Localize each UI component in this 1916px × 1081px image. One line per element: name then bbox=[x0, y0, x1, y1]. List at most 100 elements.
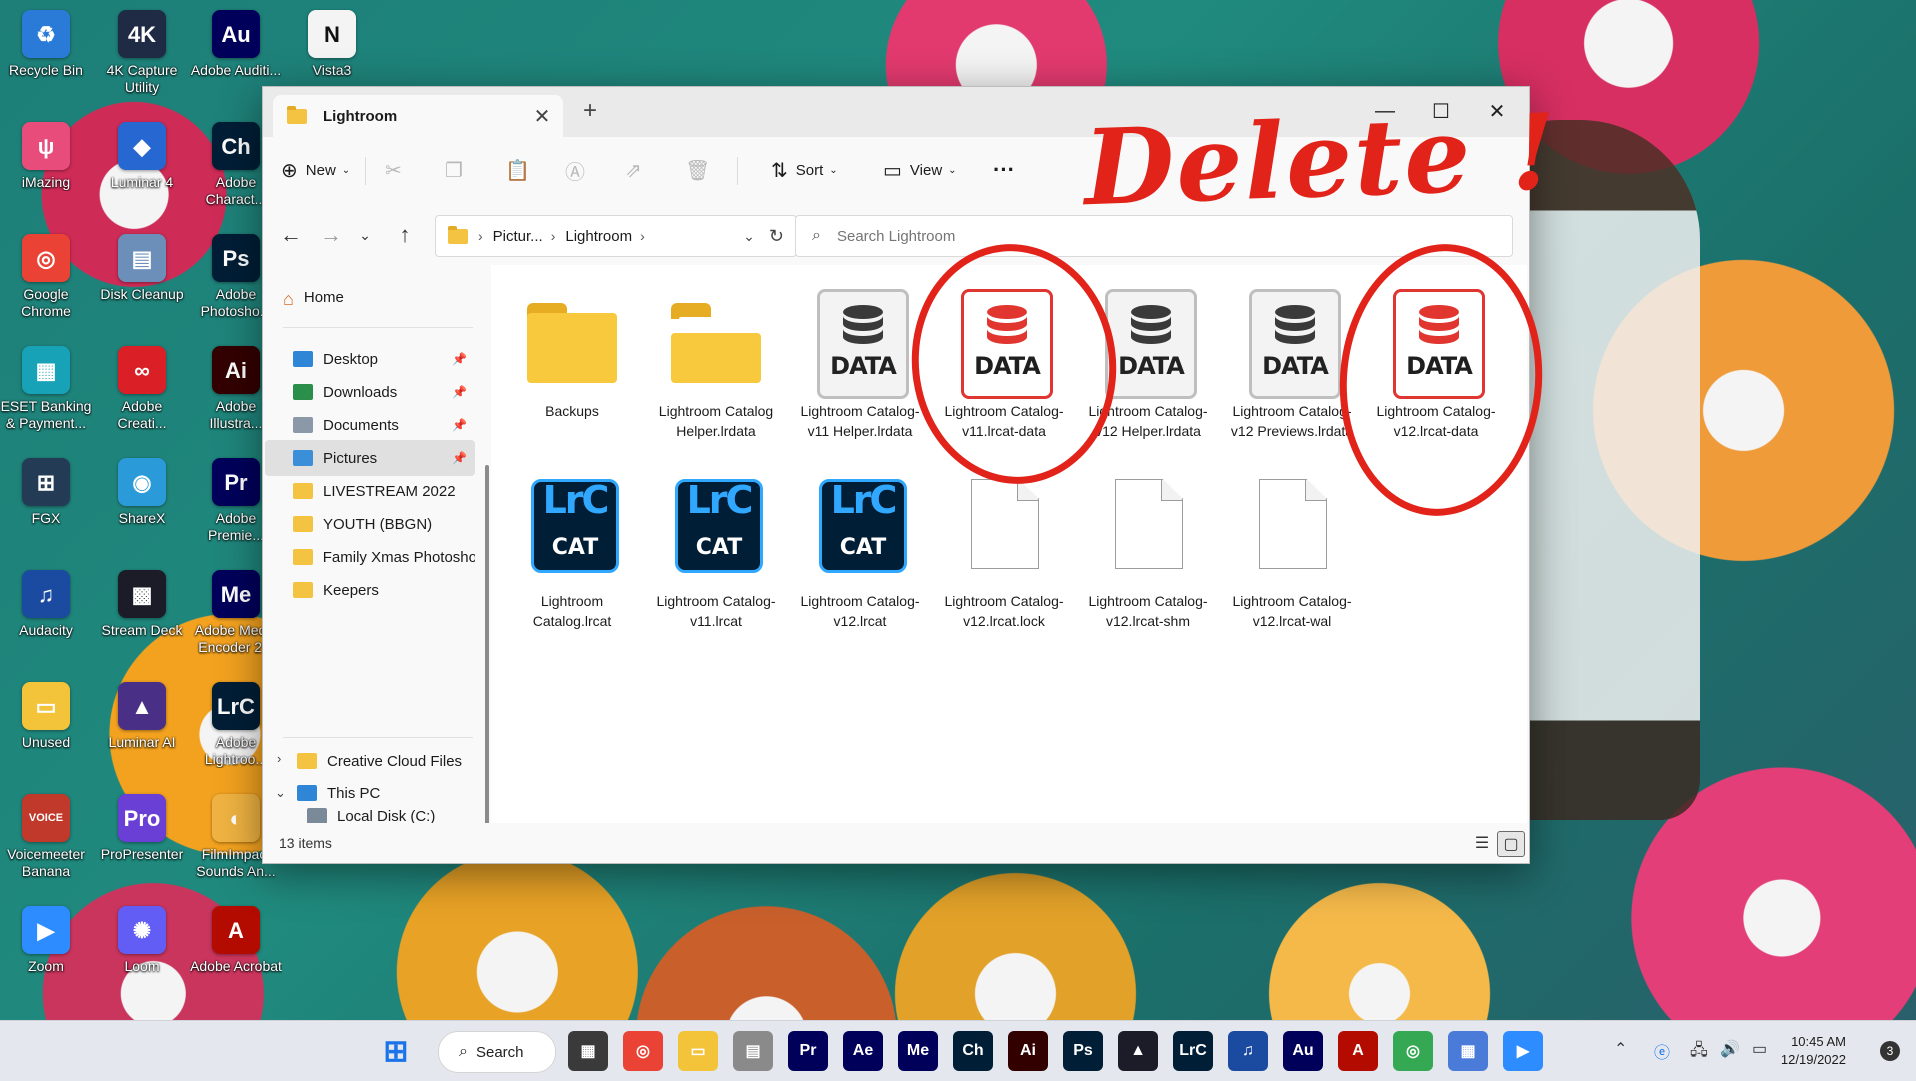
sort-button[interactable]: ⇅ Sort ⌄ bbox=[771, 155, 838, 185]
file-item[interactable]: Backups bbox=[503, 285, 641, 421]
search-input[interactable] bbox=[834, 226, 1439, 246]
sidebar-item-quick[interactable]: Documents 📌 bbox=[293, 407, 475, 443]
chevron-down-icon[interactable]: ⌄ bbox=[275, 785, 286, 801]
taskbar-app-button[interactable]: Ae bbox=[843, 1031, 883, 1071]
new-button[interactable]: ⊕ New ⌄ bbox=[281, 155, 350, 185]
sidebar-item-quick[interactable]: Keepers bbox=[293, 572, 475, 608]
delete-button[interactable]: 🗑 bbox=[685, 155, 718, 185]
sidebar-item-quick[interactable]: Desktop 📌 bbox=[293, 341, 475, 377]
cut-button[interactable]: ✂ bbox=[385, 155, 410, 185]
desktop-icon[interactable]: Au Adobe Auditi... bbox=[190, 10, 282, 79]
desktop-icon[interactable]: ▶ Zoom bbox=[0, 906, 92, 975]
address-dropdown-icon[interactable]: ⌄ bbox=[743, 228, 755, 245]
desktop-icon[interactable]: N Vista3 bbox=[286, 10, 378, 79]
sidebar-item-local-disk[interactable]: Local Disk (C:) bbox=[307, 808, 477, 825]
address-bar[interactable]: › Pictur... › Lightroom › ⌄ ↻ bbox=[435, 215, 797, 257]
desktop-icon[interactable]: ▲ Luminar AI bbox=[96, 682, 188, 751]
taskbar-app-button[interactable]: Ch bbox=[953, 1031, 993, 1071]
volume-icon[interactable]: 🔊 bbox=[1720, 1039, 1740, 1059]
taskbar-app-button[interactable]: ▭ bbox=[678, 1031, 718, 1071]
file-item[interactable]: Lightroom Catalog-v12.lrcat.lock bbox=[935, 475, 1073, 631]
copy-button[interactable]: ❐ bbox=[445, 155, 471, 185]
tiles-view-button[interactable]: ▢ bbox=[1497, 831, 1525, 857]
desktop-icon[interactable]: ψ iMazing bbox=[0, 122, 92, 191]
sidebar-item-home[interactable]: ⌂ Home bbox=[283, 279, 495, 315]
more-options-button[interactable]: ··· bbox=[993, 155, 1015, 185]
taskbar-app-button[interactable]: Ps bbox=[1063, 1031, 1103, 1071]
chevron-right-icon[interactable]: › bbox=[277, 751, 281, 766]
file-name: Lightroom Catalog-v12.lrcat-wal bbox=[1232, 593, 1352, 629]
taskbar-app-button[interactable]: ◎ bbox=[1393, 1031, 1433, 1071]
breadcrumb-pictures[interactable]: Pictur... bbox=[493, 228, 543, 245]
sidebar-scrollbar[interactable] bbox=[485, 465, 489, 845]
desktop-icon[interactable]: ▩ Stream Deck bbox=[96, 570, 188, 639]
desktop-icon[interactable]: VOICE Voicemeeter Banana bbox=[0, 794, 92, 880]
file-item[interactable]: Lightroom Catalog Helper.lrdata bbox=[647, 285, 785, 441]
desktop-icon[interactable]: Pro ProPresenter bbox=[96, 794, 188, 863]
desktop-icon[interactable]: ▤ Disk Cleanup bbox=[96, 234, 188, 303]
desktop-icon[interactable]: A Adobe Acrobat bbox=[190, 906, 282, 975]
taskbar-app-button[interactable]: ◎ bbox=[623, 1031, 663, 1071]
tab-lightroom[interactable]: Lightroom ✕ bbox=[273, 95, 563, 137]
sidebar-item-quick[interactable]: Downloads 📌 bbox=[293, 374, 475, 410]
breadcrumb-lightroom[interactable]: Lightroom bbox=[565, 228, 632, 245]
rename-button[interactable]: Ⓐ bbox=[565, 155, 593, 185]
taskbar-app-button[interactable]: ▦ bbox=[568, 1031, 608, 1071]
new-tab-button[interactable]: + bbox=[583, 97, 597, 125]
desktop-icon[interactable]: ◉ ShareX bbox=[96, 458, 188, 527]
file-item[interactable]: LrC CAT Lightroom Catalog-v12.lrcat bbox=[791, 475, 929, 631]
desktop-icon[interactable]: ✺ Loom bbox=[96, 906, 188, 975]
start-button[interactable]: ⊞ bbox=[376, 1031, 416, 1071]
file-item[interactable]: Lightroom Catalog-v12.lrcat-shm bbox=[1079, 475, 1217, 631]
taskbar-app-button[interactable]: ▶ bbox=[1503, 1031, 1543, 1071]
tab-close-icon[interactable]: ✕ bbox=[527, 104, 557, 129]
refresh-icon[interactable]: ↻ bbox=[769, 226, 784, 247]
desktop-icon[interactable]: ◎ Google Chrome bbox=[0, 234, 92, 320]
desktop-icon[interactable]: ∞ Adobe Creati... bbox=[96, 346, 188, 432]
desktop-icon[interactable]: ▭ Unused bbox=[0, 682, 92, 751]
edge-icon[interactable]: ⓔ bbox=[1654, 1039, 1670, 1063]
taskbar-app-button[interactable]: Pr bbox=[788, 1031, 828, 1071]
details-view-button[interactable]: ☰ bbox=[1469, 831, 1495, 855]
taskbar-app-button[interactable]: A bbox=[1338, 1031, 1378, 1071]
desktop-icon[interactable]: 4K 4K Capture Utility bbox=[96, 10, 188, 96]
taskbar-search[interactable]: ⌕ Search bbox=[438, 1031, 556, 1073]
file-item[interactable]: DATA Lightroom Catalog-v11 Helper.lrdata bbox=[791, 285, 929, 441]
notification-badge[interactable]: 3 bbox=[1880, 1041, 1900, 1061]
network-icon[interactable]: 🖧 bbox=[1690, 1039, 1708, 1066]
file-item[interactable]: LrC CAT Lightroom Catalog.lrcat bbox=[503, 475, 641, 631]
sidebar-item-quick[interactable]: Pictures 📌 bbox=[265, 440, 475, 476]
sidebar-item-label: Desktop bbox=[323, 350, 379, 368]
desktop-icon[interactable]: ▦ ESET Banking & Payment... bbox=[0, 346, 92, 432]
battery-icon[interactable]: ▭ bbox=[1752, 1039, 1767, 1059]
taskbar-app-button[interactable]: ♫ bbox=[1228, 1031, 1268, 1071]
taskbar-app-button[interactable]: ▲ bbox=[1118, 1031, 1158, 1071]
desktop-icon[interactable]: ◆ Luminar 4 bbox=[96, 122, 188, 191]
sidebar-item-quick[interactable]: Family Xmas Photosho bbox=[293, 539, 475, 575]
sidebar-item-quick[interactable]: LIVESTREAM 2022 bbox=[293, 473, 475, 509]
recent-locations-button[interactable]: ⌄ bbox=[347, 217, 383, 253]
view-button[interactable]: ▭ View ⌄ bbox=[883, 155, 957, 185]
paste-button[interactable]: 📋 bbox=[505, 155, 538, 185]
desktop-icon[interactable]: ⊞ FGX bbox=[0, 458, 92, 527]
taskbar-app-button[interactable]: Me bbox=[898, 1031, 938, 1071]
taskbar-app-button[interactable]: Ai bbox=[1008, 1031, 1048, 1071]
chevron-up-icon[interactable]: ⌃ bbox=[1614, 1039, 1627, 1059]
share-button[interactable]: ⇗ bbox=[625, 155, 650, 185]
sidebar-item-this-pc[interactable]: This PC bbox=[297, 775, 477, 811]
taskbar-app-button[interactable]: ▤ bbox=[733, 1031, 773, 1071]
desktop-icon[interactable]: ♫ Audacity bbox=[0, 570, 92, 639]
file-item[interactable]: LrC CAT Lightroom Catalog-v11.lrcat bbox=[647, 475, 785, 631]
forward-button[interactable]: → bbox=[313, 217, 349, 253]
up-button[interactable]: ↑ bbox=[387, 217, 423, 253]
back-button[interactable]: ← bbox=[273, 217, 309, 253]
desktop-icon[interactable]: ♻ Recycle Bin bbox=[0, 10, 92, 79]
taskbar-app-button[interactable]: LrC bbox=[1173, 1031, 1213, 1071]
taskbar-app-button[interactable]: ▦ bbox=[1448, 1031, 1488, 1071]
app-icon: N bbox=[308, 10, 356, 58]
sidebar-item-creative-cloud[interactable]: Creative Cloud Files bbox=[297, 743, 477, 779]
sidebar-item-quick[interactable]: YOUTH (BBGN) bbox=[293, 506, 475, 542]
taskbar-app-button[interactable]: Au bbox=[1283, 1031, 1323, 1071]
file-item[interactable]: Lightroom Catalog-v12.lrcat-wal bbox=[1223, 475, 1361, 631]
clock[interactable]: 10:45 AM 12/19/2022 bbox=[1781, 1033, 1846, 1069]
